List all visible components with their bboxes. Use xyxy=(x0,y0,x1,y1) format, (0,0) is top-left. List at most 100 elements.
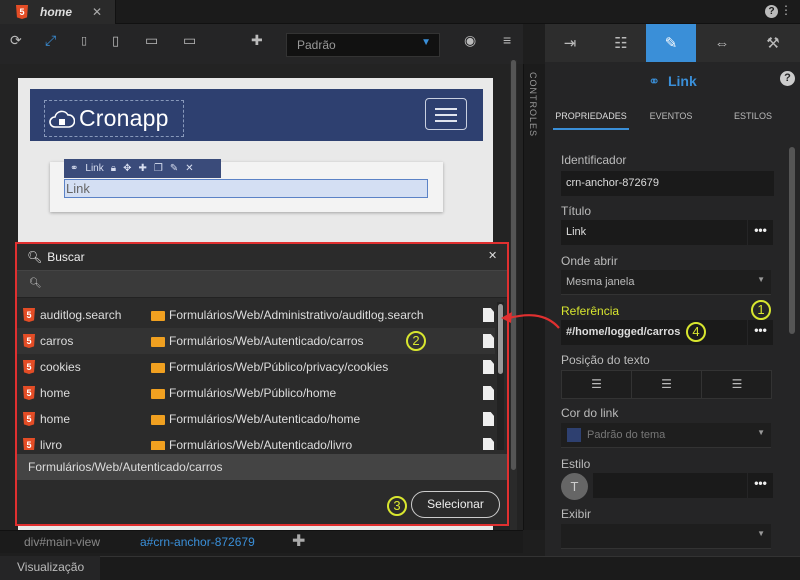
align-left-icon[interactable]: ☰ xyxy=(562,371,632,398)
database-icon[interactable]: ≡ xyxy=(503,32,511,48)
list-item[interactable]: 5 home Formulários/Web/Autenticado/home xyxy=(17,406,495,432)
add-icon[interactable]: ✚ xyxy=(292,531,305,551)
item-path: Formulários/Web/Autenticado/livro xyxy=(169,438,353,450)
list-item[interactable]: 5 home Formulários/Web/Público/home xyxy=(17,380,495,406)
device-select-value: Padrão xyxy=(297,38,336,52)
style-avatar[interactable]: T xyxy=(561,473,588,500)
login-icon[interactable]: ⇥ xyxy=(545,24,595,62)
chevron-down-icon: ▼ xyxy=(757,529,765,538)
monitor-icon[interactable]: ▭ xyxy=(183,32,196,49)
estilo-more-button[interactable]: ••• xyxy=(748,473,773,498)
canvas-scroll-thumb[interactable] xyxy=(511,60,516,470)
add-icon[interactable]: ✚ xyxy=(138,163,146,174)
breadcrumb-item-main-view[interactable]: div#main-view xyxy=(24,535,100,549)
refresh-icon[interactable]: ⟳ xyxy=(10,32,22,49)
list-item[interactable]: 5 auditlog.search Formulários/Web/Admini… xyxy=(17,302,495,328)
cor-select[interactable]: Padrão do tema ▼ xyxy=(561,423,771,448)
tab-close-icon[interactable]: ✕ xyxy=(92,5,102,19)
file-search-icon[interactable] xyxy=(483,360,494,374)
dialog-header: 🔍︎ Buscar xyxy=(17,244,507,270)
help-icon[interactable]: ? xyxy=(765,5,778,18)
canvas-scrollbar[interactable] xyxy=(510,60,517,530)
file-search-icon[interactable] xyxy=(483,308,494,322)
hamburger-menu-icon[interactable] xyxy=(425,98,467,130)
add-icon[interactable]: ✚ xyxy=(251,32,263,49)
item-name: home xyxy=(40,412,71,426)
desktop-icon[interactable]: ▭ xyxy=(145,32,158,49)
lock-icon[interactable]: 🔒︎ xyxy=(111,163,116,174)
designer-toolbar: ⟳ ⤢ ▯ ▯ ▭ ▭ ✚ Padrão ▼ ◉ ≡ xyxy=(0,24,523,64)
delete-icon[interactable]: ✕ xyxy=(185,163,193,174)
magic-icon[interactable]: ✎ xyxy=(170,163,178,174)
estilo-input[interactable] xyxy=(593,473,747,498)
align-center-icon[interactable]: ☰ xyxy=(632,371,702,398)
list-item[interactable]: 5 cookies Formulários/Web/Público/privac… xyxy=(17,354,495,380)
html5-icon: 5 xyxy=(23,308,35,322)
item-name: cookies xyxy=(40,360,81,374)
eye-slash-icon[interactable]: ◉ xyxy=(464,32,476,49)
folder-icon xyxy=(151,337,165,347)
identificador-label: Identificador xyxy=(561,153,627,167)
folder-icon xyxy=(151,389,165,399)
tools-icon[interactable]: ⚒ xyxy=(748,24,798,62)
item-path: Formulários/Web/Público/home xyxy=(169,386,337,400)
search-input[interactable]: 🔍︎ xyxy=(17,270,507,298)
html5-icon: 5 xyxy=(23,438,35,450)
expand-icon[interactable]: ⤢ xyxy=(45,32,56,49)
panel-title: ⚭ Link xyxy=(545,70,800,92)
exibir-label: Exibir xyxy=(561,507,592,521)
html5-icon: 5 xyxy=(23,360,35,374)
tab-estilos[interactable]: ESTILOS xyxy=(725,104,781,130)
tab-eventos[interactable]: EVENTOS xyxy=(641,104,701,130)
titulo-input[interactable]: Link xyxy=(561,220,747,245)
folder-icon xyxy=(151,415,165,425)
more-menu-icon[interactable]: ⋮ xyxy=(780,3,792,17)
folder-icon xyxy=(151,441,165,450)
file-search-icon[interactable] xyxy=(483,412,494,426)
device-select[interactable]: Padrão ▼ xyxy=(286,33,440,57)
dialog-close-icon[interactable]: ✕ xyxy=(488,249,497,262)
onde-abrir-select[interactable]: Mesma janela ▼ xyxy=(561,270,771,295)
panel-scrollbar[interactable] xyxy=(789,147,795,334)
referencia-input[interactable]: #/home/logged/carros xyxy=(561,320,747,345)
select-button[interactable]: Selecionar xyxy=(411,491,500,518)
titulo-more-button[interactable]: ••• xyxy=(748,220,773,245)
panel-help-icon[interactable]: ? xyxy=(780,71,795,86)
item-name: auditlog.search xyxy=(40,308,122,322)
component-name: Link xyxy=(85,163,104,174)
exibir-select[interactable]: ▼ xyxy=(561,524,771,549)
file-search-icon[interactable] xyxy=(483,438,494,450)
component-toolbar: ⚭ Link 🔒︎ ✥ ✚ ❐ ✎ ✕ xyxy=(64,159,221,178)
link-component[interactable]: Link xyxy=(64,179,428,198)
align-right-icon[interactable]: ☰ xyxy=(702,371,772,398)
logo[interactable]: Cronapp xyxy=(44,100,184,137)
pencil-icon[interactable]: ✎ xyxy=(646,24,696,62)
referencia-more-button[interactable]: ••• xyxy=(748,320,773,345)
identificador-input[interactable]: crn-anchor-872679 xyxy=(561,171,774,196)
copy-icon[interactable]: ❐ xyxy=(154,163,163,174)
step-badge-3: 3 xyxy=(387,496,407,516)
dialog-title: Buscar xyxy=(47,250,85,264)
breadcrumb-item-anchor[interactable]: a#crn-anchor-872679 xyxy=(140,535,255,549)
tab-propriedades[interactable]: PROPRIEDADES xyxy=(553,104,629,130)
tab-visualizacao[interactable]: Visualização xyxy=(0,556,100,580)
controls-panel-toggle[interactable]: CONTROLES xyxy=(523,64,545,530)
file-search-icon[interactable] xyxy=(483,334,494,348)
phone-icon[interactable]: ▯ xyxy=(81,34,87,47)
tablet-icon[interactable]: ▯ xyxy=(112,33,119,49)
estilo-label: Estilo xyxy=(561,457,591,471)
file-search-icon[interactable] xyxy=(483,386,494,400)
tree-icon[interactable]: ☷ xyxy=(596,24,646,62)
html5-icon: 5 xyxy=(23,334,35,348)
item-name: livro xyxy=(40,438,63,450)
move-icon[interactable]: ✥ xyxy=(123,163,131,174)
editor-tab-bar xyxy=(0,0,800,24)
link-icon: ⚭ xyxy=(70,163,79,174)
list-item[interactable]: 5 livro Formulários/Web/Autenticado/livr… xyxy=(17,432,495,450)
html5-icon: 5 xyxy=(16,5,28,19)
cloud-icon xyxy=(49,110,75,128)
item-path: Formulários/Web/Autenticado/carros xyxy=(169,334,364,348)
chevron-down-icon: ▼ xyxy=(757,428,765,437)
tab-home[interactable]: 5 home ✕ xyxy=(0,0,116,24)
resize-icon[interactable]: ⇔ xyxy=(697,24,747,62)
